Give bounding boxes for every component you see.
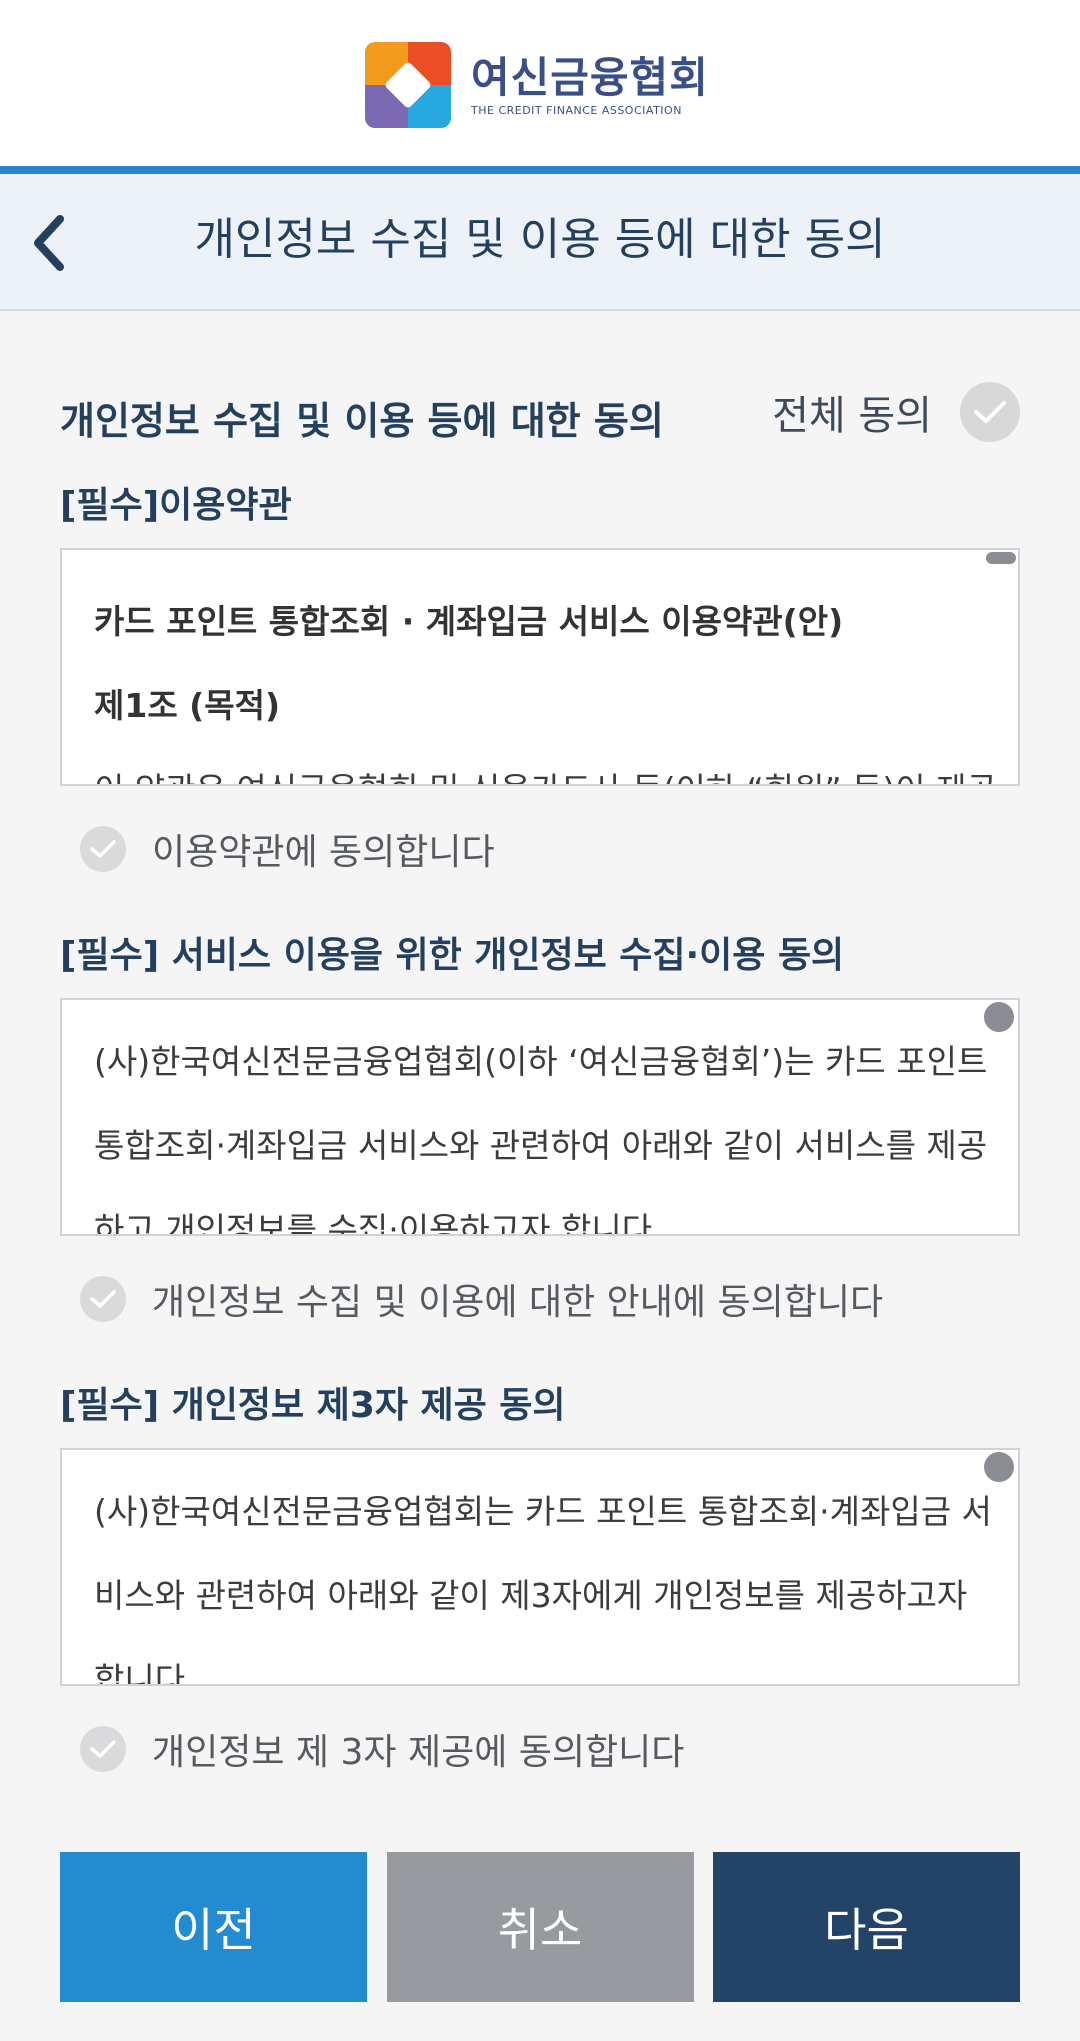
all-agree-toggle[interactable]: 전체 동의 [772,382,1020,442]
term-line: 하고 개인정보를 수집·이용하고자 합니다. [94,1210,663,1236]
bottom-button-row: 이전 취소 다음 [60,1852,1020,2002]
check-icon [974,401,1006,423]
agree-checkbox[interactable] [80,1726,126,1772]
scrollbar-thumb[interactable] [984,1002,1014,1032]
agree-checkbox[interactable] [80,826,126,872]
term-content: (사)한국여신전문금융업협회(이하 ‘여신금융협회’)는 카드 포인트 통합조회… [94,1020,988,1236]
term-content: (사)한국여신전문금융업협회는 카드 포인트 통합조회·계좌입금 서 비스와 관… [94,1470,992,1686]
check-icon [90,1290,116,1308]
title-bar: 개인정보 수집 및 이용 등에 대한 동의 [0,166,1080,311]
term-content: 카드 포인트 통합조회 · 계좌입금 서비스 이용약관(안) 제1조 (목적) … [94,580,997,784]
back-button[interactable] [18,208,78,278]
scrollbar-thumb[interactable] [986,552,1016,564]
term-box-privacy-collection[interactable]: (사)한국여신전문금융업협회(이하 ‘여신금융협회’)는 카드 포인트 통합조회… [60,998,1020,1236]
term-line: (사)한국여신전문금융업협회(이하 ‘여신금융협회’)는 카드 포인트 [94,1042,988,1081]
logo-mark-icon [365,42,451,128]
agree-row-usage-terms[interactable]: 이용약관에 동의합니다 [80,823,495,875]
agree-checkbox[interactable] [80,1276,126,1322]
term-line: 비스와 관련하여 아래와 같이 제3자에게 개인정보를 제공하고자 [94,1576,968,1615]
check-icon [90,1740,116,1758]
app-header: 여신금융협회 THE CREDIT FINANCE ASSOCIATION [0,0,1080,166]
association-logo: 여신금융협회 THE CREDIT FINANCE ASSOCIATION [365,42,709,128]
check-icon [90,840,116,858]
term-line: 제1조 (목적) [94,686,281,725]
logo-korean-name: 여신금융협회 [471,52,709,102]
all-agree-checkbox[interactable] [960,382,1020,442]
agree-row-third-party[interactable]: 개인정보 제 3자 제공에 동의합니다 [80,1723,684,1775]
term-line: 카드 포인트 통합조회 · 계좌입금 서비스 이용약관(안) [94,602,844,641]
term-line: 합니다. [94,1660,196,1686]
all-agree-label: 전체 동의 [772,393,932,439]
page-title: 개인정보 수집 및 이용 등에 대한 동의 [194,214,886,265]
agree-label: 개인정보 제 3자 제공에 동의합니다 [152,1732,685,1773]
agree-label: 이용약관에 동의합니다 [152,832,495,873]
term-box-third-party[interactable]: (사)한국여신전문금융업협회는 카드 포인트 통합조회·계좌입금 서 비스와 관… [60,1448,1020,1686]
prev-button[interactable]: 이전 [60,1852,367,2002]
cancel-button[interactable]: 취소 [386,1852,694,2002]
term-line: 이 약관은 여신금융협회 및 신용카드사 등(이하 “회원” 등)이 제공 [94,748,997,784]
agree-row-privacy-collection[interactable]: 개인정보 수집 및 이용에 대한 안내에 동의합니다 [80,1273,883,1325]
logo-english-name: THE CREDIT FINANCE ASSOCIATION [471,103,682,117]
term-line: (사)한국여신전문금융업협회는 카드 포인트 통합조회·계좌입금 서 [94,1492,992,1531]
section-title: 개인정보 수집 및 이용 등에 대한 동의 [60,399,664,443]
term-title-third-party: [필수] 개인정보 제3자 제공 동의 [60,1385,566,1426]
term-title-privacy-collection: [필수] 서비스 이용을 위한 개인정보 수집·이용 동의 [60,935,845,976]
logo-text: 여신금융협회 THE CREDIT FINANCE ASSOCIATION [471,52,709,117]
term-title-usage-terms: [필수]이용약관 [60,485,292,526]
scrollbar-thumb[interactable] [984,1452,1014,1482]
chevron-left-icon [34,215,64,271]
agree-label: 개인정보 수집 및 이용에 대한 안내에 동의합니다 [152,1282,884,1323]
next-button[interactable]: 다음 [713,1852,1020,2002]
consent-section-header: 개인정보 수집 및 이용 등에 대한 동의 전체 동의 [60,372,1020,452]
term-box-usage-terms[interactable]: 카드 포인트 통합조회 · 계좌입금 서비스 이용약관(안) 제1조 (목적) … [60,548,1020,786]
term-line: 통합조회·계좌입금 서비스와 관련하여 아래와 같이 서비스를 제공 [94,1126,988,1165]
